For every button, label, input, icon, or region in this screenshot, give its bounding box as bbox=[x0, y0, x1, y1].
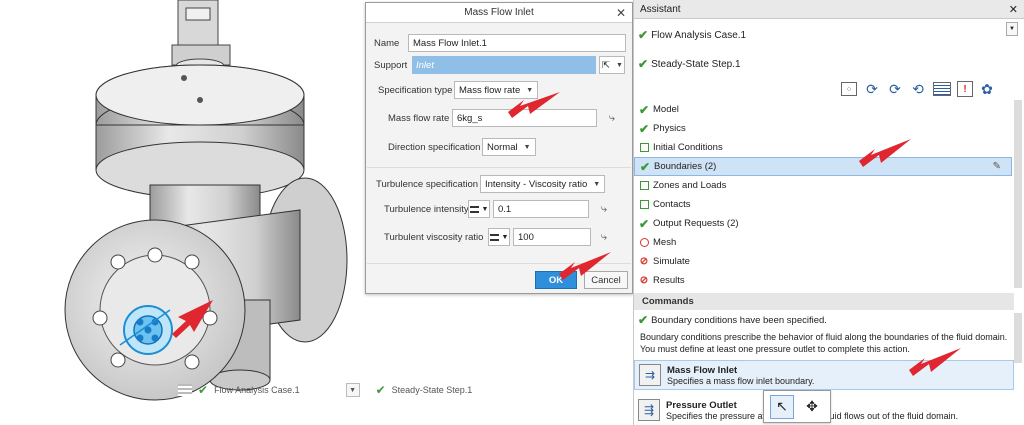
case-dropdown-button[interactable]: ▼ bbox=[1006, 22, 1018, 36]
assistant-toolbar: ⁘ ⟳ ⟳ ⟲ ! ✿ bbox=[839, 80, 997, 98]
equals-icon bbox=[469, 205, 479, 213]
analysis-case-row[interactable]: ✔ Flow Analysis Case.1 bbox=[638, 28, 746, 42]
assistant-header: Assistant ✕ bbox=[634, 0, 1024, 19]
commands-header: Commands bbox=[634, 293, 1014, 310]
description-line-1: Boundary conditions prescribe the behavi… bbox=[640, 332, 1008, 342]
turbulent-viscosity-label: Turbulent viscosity ratio bbox=[384, 231, 484, 243]
edit-pencil-icon[interactable]: ✎ bbox=[993, 161, 1001, 172]
step-label[interactable]: Steady-State Step.1 bbox=[392, 385, 473, 395]
step-physics[interactable]: ✔ Physics bbox=[634, 119, 1012, 138]
blocked-icon: ⊘ bbox=[639, 275, 649, 286]
list-icon[interactable] bbox=[933, 82, 951, 96]
check-icon: ✔ bbox=[638, 28, 649, 42]
status-message: ✔ Boundary conditions have been specifie… bbox=[638, 313, 827, 327]
case-label[interactable]: Flow Analysis Case.1 bbox=[214, 385, 300, 395]
refresh-icon[interactable]: ⟳ bbox=[862, 80, 882, 98]
step-initial-conditions[interactable]: Initial Conditions bbox=[634, 138, 1012, 157]
optional-square-icon bbox=[639, 200, 649, 209]
annotation-arrow bbox=[559, 252, 611, 280]
grip-icon[interactable] bbox=[178, 384, 192, 396]
name-field[interactable]: Mass Flow Inlet.1 bbox=[408, 34, 626, 52]
chevron-down-icon: ▼ bbox=[593, 180, 601, 188]
close-icon[interactable]: ✕ bbox=[616, 6, 626, 20]
turbulence-spec-select[interactable]: Intensity - Viscosity ratio ▼ bbox=[480, 175, 606, 193]
steps-scrollbar[interactable] bbox=[1014, 100, 1022, 288]
turbulent-viscosity-input[interactable]: 100 bbox=[513, 228, 591, 246]
assistant-title: Assistant bbox=[640, 3, 681, 15]
spec-type-label: Specification type bbox=[378, 84, 453, 96]
alert-icon[interactable]: ! bbox=[957, 81, 973, 97]
expression-icon[interactable]: ⤷ bbox=[597, 202, 611, 216]
settings-cycle-icon[interactable]: ✿ bbox=[977, 80, 997, 98]
equation-mode-button[interactable]: ▼ bbox=[468, 200, 490, 218]
check-icon: ✔ bbox=[375, 383, 386, 397]
workflow-steps: ✔ Model ✔ Physics Initial Conditions ✔ Boun… bbox=[634, 100, 1012, 290]
check-icon: ✔ bbox=[638, 216, 650, 231]
viewport-status-bar: ✔ Flow Analysis Case.1 ▼ ✔ Steady-State … bbox=[178, 380, 472, 400]
equation-mode-button[interactable]: ▼ bbox=[488, 228, 510, 246]
support-label: Support bbox=[374, 59, 408, 71]
check-icon: ✔ bbox=[639, 159, 651, 174]
analysis-case-label: Flow Analysis Case.1 bbox=[651, 29, 747, 41]
check-icon: ✔ bbox=[638, 57, 649, 71]
annotation-arrow bbox=[508, 92, 560, 118]
annotation-arrow bbox=[859, 139, 911, 167]
outlet-icon: ⇶ bbox=[638, 399, 660, 421]
close-icon[interactable]: ✕ bbox=[1009, 3, 1018, 16]
direction-label: Direction specification bbox=[388, 141, 481, 153]
step-mesh[interactable]: Mesh bbox=[634, 233, 1012, 252]
support-field[interactable]: Inlet bbox=[412, 56, 596, 74]
sync-icon[interactable]: ⟲ bbox=[908, 80, 928, 98]
mass-flow-label: Mass flow rate bbox=[388, 112, 450, 124]
check-icon: ✔ bbox=[198, 383, 209, 397]
turbulence-spec-label: Turbulence specification bbox=[376, 178, 479, 190]
case-dropdown-button[interactable]: ▼ bbox=[345, 383, 360, 397]
turbulence-intensity-label: Turbulence intensity bbox=[384, 203, 469, 215]
check-icon: ✔ bbox=[638, 102, 650, 117]
refresh-all-icon[interactable]: ⟳ bbox=[885, 80, 905, 98]
step-row[interactable]: ✔ Steady-State Step.1 bbox=[638, 57, 741, 71]
step-label: Steady-State Step.1 bbox=[651, 58, 741, 70]
move-select-icon[interactable]: ✥ bbox=[800, 395, 824, 419]
step-boundaries[interactable]: ✔ Boundaries (2) ✎ bbox=[634, 157, 1012, 176]
chevron-down-icon: ▼ bbox=[523, 143, 531, 151]
optional-square-icon bbox=[639, 181, 649, 190]
dialog-title: Mass Flow Inlet bbox=[464, 7, 534, 18]
annotation-arrow bbox=[909, 348, 961, 376]
optional-square-icon bbox=[639, 143, 649, 152]
step-simulate[interactable]: ⊘ Simulate bbox=[634, 252, 1012, 271]
step-contacts[interactable]: Contacts bbox=[634, 195, 1012, 214]
equals-icon bbox=[489, 233, 499, 241]
todo-circle-icon bbox=[639, 238, 649, 247]
blocked-icon: ⊘ bbox=[639, 256, 649, 267]
step-zones-and-loads[interactable]: Zones and Loads bbox=[634, 176, 1012, 195]
selection-mode-toolbar: ↖ ✥ bbox=[763, 390, 831, 423]
turbulence-intensity-input[interactable]: 0.1 bbox=[493, 200, 589, 218]
step-model[interactable]: ✔ Model bbox=[634, 100, 1012, 119]
grid-icon[interactable]: ⁘ bbox=[841, 82, 857, 96]
name-label: Name bbox=[374, 37, 400, 49]
dialog-titlebar[interactable]: Mass Flow Inlet ✕ bbox=[366, 3, 632, 23]
commands-scrollbar[interactable] bbox=[1014, 313, 1022, 363]
direction-select[interactable]: Normal ▼ bbox=[482, 138, 536, 156]
expression-icon[interactable]: ⤷ bbox=[597, 230, 611, 244]
expression-icon[interactable]: ⤷ bbox=[605, 111, 619, 125]
step-results[interactable]: ⊘ Results bbox=[634, 271, 1012, 290]
step-output-requests[interactable]: ✔ Output Requests (2) bbox=[634, 214, 1012, 233]
cursor-icon: ⇱ bbox=[602, 59, 610, 71]
support-select-button[interactable]: ⇱ ▼ bbox=[599, 56, 625, 74]
description-line-2: You must define at least one pressure ou… bbox=[640, 344, 910, 354]
check-icon: ✔ bbox=[638, 313, 649, 327]
check-icon: ✔ bbox=[638, 121, 650, 136]
inlet-arrow-icon: ⇉ bbox=[639, 364, 661, 386]
cursor-select-icon[interactable]: ↖ bbox=[770, 394, 794, 419]
